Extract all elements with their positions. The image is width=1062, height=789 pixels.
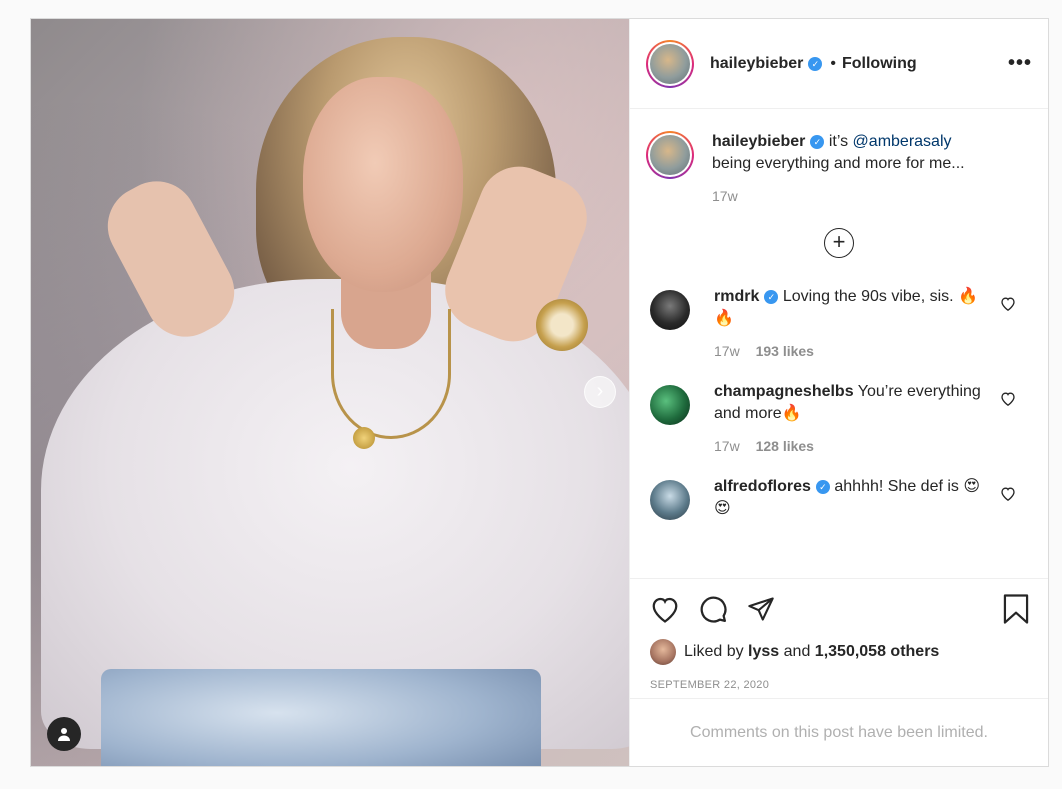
- liked-by-user[interactable]: lyss: [748, 643, 779, 661]
- comment-username[interactable]: rmdrk: [714, 288, 759, 305]
- commenter-avatar[interactable]: [650, 480, 690, 520]
- comment-button[interactable]: [698, 594, 728, 624]
- share-button[interactable]: [746, 595, 776, 623]
- comment-username[interactable]: alfredoflores: [714, 478, 811, 495]
- heart-icon[interactable]: [1000, 296, 1016, 311]
- liked-by-others[interactable]: 1,350,058 others: [815, 643, 940, 661]
- heart-icon[interactable]: [1000, 486, 1016, 501]
- comment-time[interactable]: 17w: [714, 343, 740, 359]
- heart-icon[interactable]: [1000, 391, 1016, 406]
- comments-limited-notice: Comments on this post have been limited.: [630, 698, 1048, 766]
- verified-icon: ✓: [764, 290, 779, 304]
- post-caption: haileybieber ✓ it’s @amberasaly being eve…: [646, 131, 1032, 204]
- bookmark-icon: [1003, 594, 1029, 624]
- like-button[interactable]: [650, 595, 680, 623]
- verified-icon: ✓: [810, 135, 825, 149]
- save-button[interactable]: [1002, 593, 1030, 625]
- caption-time[interactable]: 17w: [712, 188, 965, 204]
- more-options-icon[interactable]: •••: [1008, 52, 1032, 75]
- next-photo-button[interactable]: ›: [584, 376, 616, 408]
- heart-icon: [652, 597, 678, 623]
- share-icon: [748, 597, 774, 621]
- liked-by-summary: Liked by lyss and 1,350,058 others: [650, 639, 1030, 665]
- user-tag-icon: [58, 728, 70, 741]
- caption-text-after: being everything and more for me...: [712, 155, 965, 172]
- photo-necklace: [331, 309, 451, 439]
- commenter-avatar[interactable]: [650, 290, 690, 330]
- comment-item: champagneshelbs You’re everything and mo…: [646, 381, 1032, 454]
- load-more-comments[interactable]: +: [646, 228, 1032, 258]
- photo-face: [303, 77, 463, 292]
- verified-icon: ✓: [808, 56, 823, 71]
- author-username[interactable]: haileybieber: [710, 55, 803, 73]
- post-header: haileybieber ✓ • Following •••: [630, 19, 1048, 109]
- comment-likes[interactable]: 193 likes: [756, 343, 814, 359]
- post-photo[interactable]: ›: [31, 19, 629, 766]
- photo-pendant: [353, 427, 375, 449]
- photo-jeans: [101, 669, 541, 766]
- comments-list[interactable]: haileybieber ✓ it’s @amberasaly being eve…: [630, 109, 1048, 578]
- comment-username[interactable]: champagneshelbs: [714, 383, 854, 400]
- plus-circle-icon[interactable]: +: [824, 228, 854, 258]
- liker-avatar[interactable]: [650, 639, 676, 665]
- post-dialog: › haileybieber ✓ • Following ••• haileyb…: [30, 18, 1049, 767]
- post-actions: Liked by lyss and 1,350,058 others SEPTE…: [630, 578, 1048, 698]
- photo-watch: [536, 299, 588, 351]
- verified-icon: ✓: [815, 480, 830, 494]
- caption-text-before: it’s: [828, 133, 849, 150]
- caption-mention-link[interactable]: @amberasaly: [853, 133, 952, 150]
- post-side-panel: haileybieber ✓ • Following ••• haileybie…: [629, 19, 1048, 766]
- comment-likes[interactable]: 128 likes: [756, 438, 814, 454]
- caption-avatar[interactable]: [646, 131, 694, 179]
- following-button[interactable]: Following: [842, 55, 917, 73]
- chevron-right-icon: ›: [596, 380, 604, 402]
- post-date[interactable]: SEPTEMBER 22, 2020: [650, 679, 1030, 691]
- tagged-users-button[interactable]: [47, 717, 81, 751]
- liked-by-prefix: Liked by: [684, 643, 744, 660]
- comment-item: rmdrk ✓ Loving the 90s vibe, sis. 🔥🔥 17w …: [646, 286, 1032, 359]
- caption-text: haileybieber ✓ it’s @amberasaly being eve…: [712, 131, 965, 175]
- comment-time[interactable]: 17w: [714, 438, 740, 454]
- action-icons: [650, 593, 1030, 625]
- liked-by-and: and: [783, 643, 811, 660]
- author-avatar[interactable]: [646, 39, 694, 88]
- caption-username[interactable]: haileybieber: [712, 133, 805, 150]
- comment-icon: [700, 596, 727, 623]
- header-separator: •: [830, 54, 836, 72]
- commenter-avatar[interactable]: [650, 385, 690, 425]
- comment-item: alfredoflores ✓ ahhhh! She def is 😍😍: [646, 476, 1032, 520]
